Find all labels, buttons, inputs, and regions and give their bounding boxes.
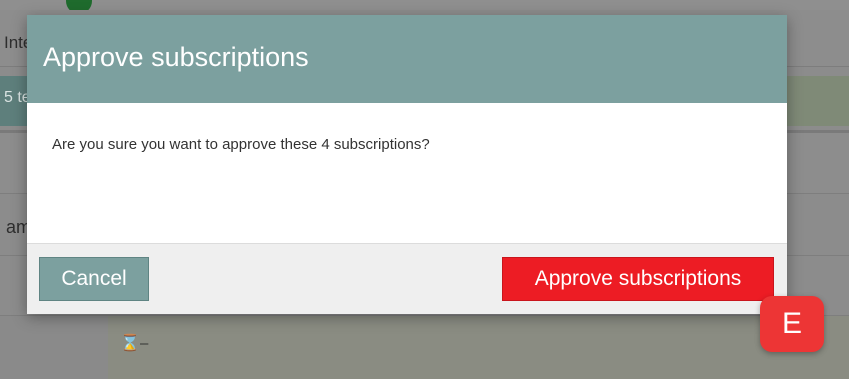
- approve-subscriptions-button[interactable]: Approve subscriptions: [502, 257, 774, 301]
- dialog-body: Are you sure you want to approve these 4…: [27, 103, 787, 243]
- hourglass-icon: ⌛: [120, 335, 140, 352]
- dialog-title: Approve subscriptions: [43, 42, 309, 72]
- background-cell: [108, 316, 849, 379]
- keyboard-hint-badge[interactable]: E: [760, 296, 824, 352]
- background-status-dash: –: [140, 335, 149, 352]
- cancel-button[interactable]: Cancel: [39, 257, 149, 301]
- approve-subscriptions-dialog: Approve subscriptions Are you sure you w…: [27, 15, 787, 314]
- dialog-header: Approve subscriptions: [27, 15, 787, 103]
- dialog-footer: Cancel Approve subscriptions: [27, 243, 787, 314]
- dialog-message: Are you sure you want to approve these 4…: [52, 136, 430, 153]
